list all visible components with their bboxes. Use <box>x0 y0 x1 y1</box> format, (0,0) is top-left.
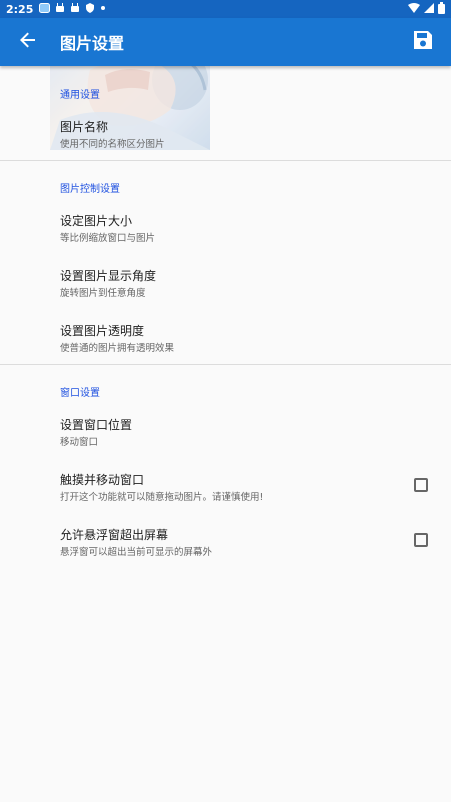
pref-title: 设置图片透明度 <box>60 324 145 338</box>
pref-item-image-size[interactable]: 设定图片大小 等比例缩放窗口与图片 <box>0 204 451 250</box>
pref-title: 图片名称 <box>60 120 109 134</box>
section-title-window: 窗口设置 <box>60 388 100 399</box>
pref-item-image-opacity[interactable]: 设置图片透明度 使普通的图片拥有透明效果 <box>0 314 451 360</box>
shield-icon <box>85 2 95 16</box>
pref-title: 设置图片显示角度 <box>60 269 157 283</box>
pref-title: 设置窗口位置 <box>60 418 133 432</box>
pref-item-touch-move-window[interactable]: 触摸并移动窗口 打开这个功能就可以随意拖动图片。请谨慎使用! <box>0 463 451 509</box>
pref-summary: 移动窗口 <box>60 437 99 448</box>
pref-summary: 使用不同的名称区分图片 <box>60 139 165 150</box>
dot-icon <box>100 3 106 16</box>
allow-offscreen-checkbox[interactable] <box>414 533 428 547</box>
app-bar: 图片设置 <box>0 18 451 66</box>
signal-icon <box>424 2 434 16</box>
pref-item-allow-offscreen[interactable]: 允许悬浮窗超出屏幕 悬浮窗可以超出当前可显示的屏幕外 <box>0 518 451 564</box>
section-title-general: 通用设置 <box>60 90 100 101</box>
section-divider <box>0 364 451 365</box>
status-time: 2:25 <box>6 2 34 16</box>
status-bar: 2:25 <box>0 0 451 18</box>
pref-summary: 旋转图片到任意角度 <box>60 288 146 299</box>
status-right-icons <box>408 1 445 17</box>
save-button[interactable] <box>395 18 451 66</box>
page-title: 图片设置 <box>60 34 125 53</box>
back-button[interactable] <box>0 18 56 66</box>
wifi-icon <box>408 2 420 16</box>
pref-summary: 打开这个功能就可以随意拖动图片。请谨慎使用! <box>60 492 264 503</box>
pref-summary: 使普通的图片拥有透明效果 <box>60 343 175 354</box>
pref-summary: 等比例缩放窗口与图片 <box>60 233 156 244</box>
pref-item-image-angle[interactable]: 设置图片显示角度 旋转图片到任意角度 <box>0 259 451 305</box>
pref-item-image-name[interactable]: 图片名称 使用不同的名称区分图片 <box>0 110 451 150</box>
touch-move-checkbox[interactable] <box>414 478 428 492</box>
save-icon <box>413 30 433 54</box>
android-icon <box>70 2 80 16</box>
pref-title: 触摸并移动窗口 <box>60 473 145 487</box>
pref-summary: 悬浮窗可以超出当前可显示的屏幕外 <box>60 547 213 558</box>
battery-icon <box>438 1 445 17</box>
section-divider <box>0 160 451 161</box>
section-title-image-control: 图片控制设置 <box>60 184 120 195</box>
pref-item-window-position[interactable]: 设置窗口位置 移动窗口 <box>0 408 451 454</box>
pref-title: 允许悬浮窗超出屏幕 <box>60 528 169 542</box>
arrow-back-icon <box>20 32 36 52</box>
notification-icon <box>39 2 51 16</box>
android-icon <box>55 2 65 16</box>
pref-title: 设定图片大小 <box>60 214 133 228</box>
